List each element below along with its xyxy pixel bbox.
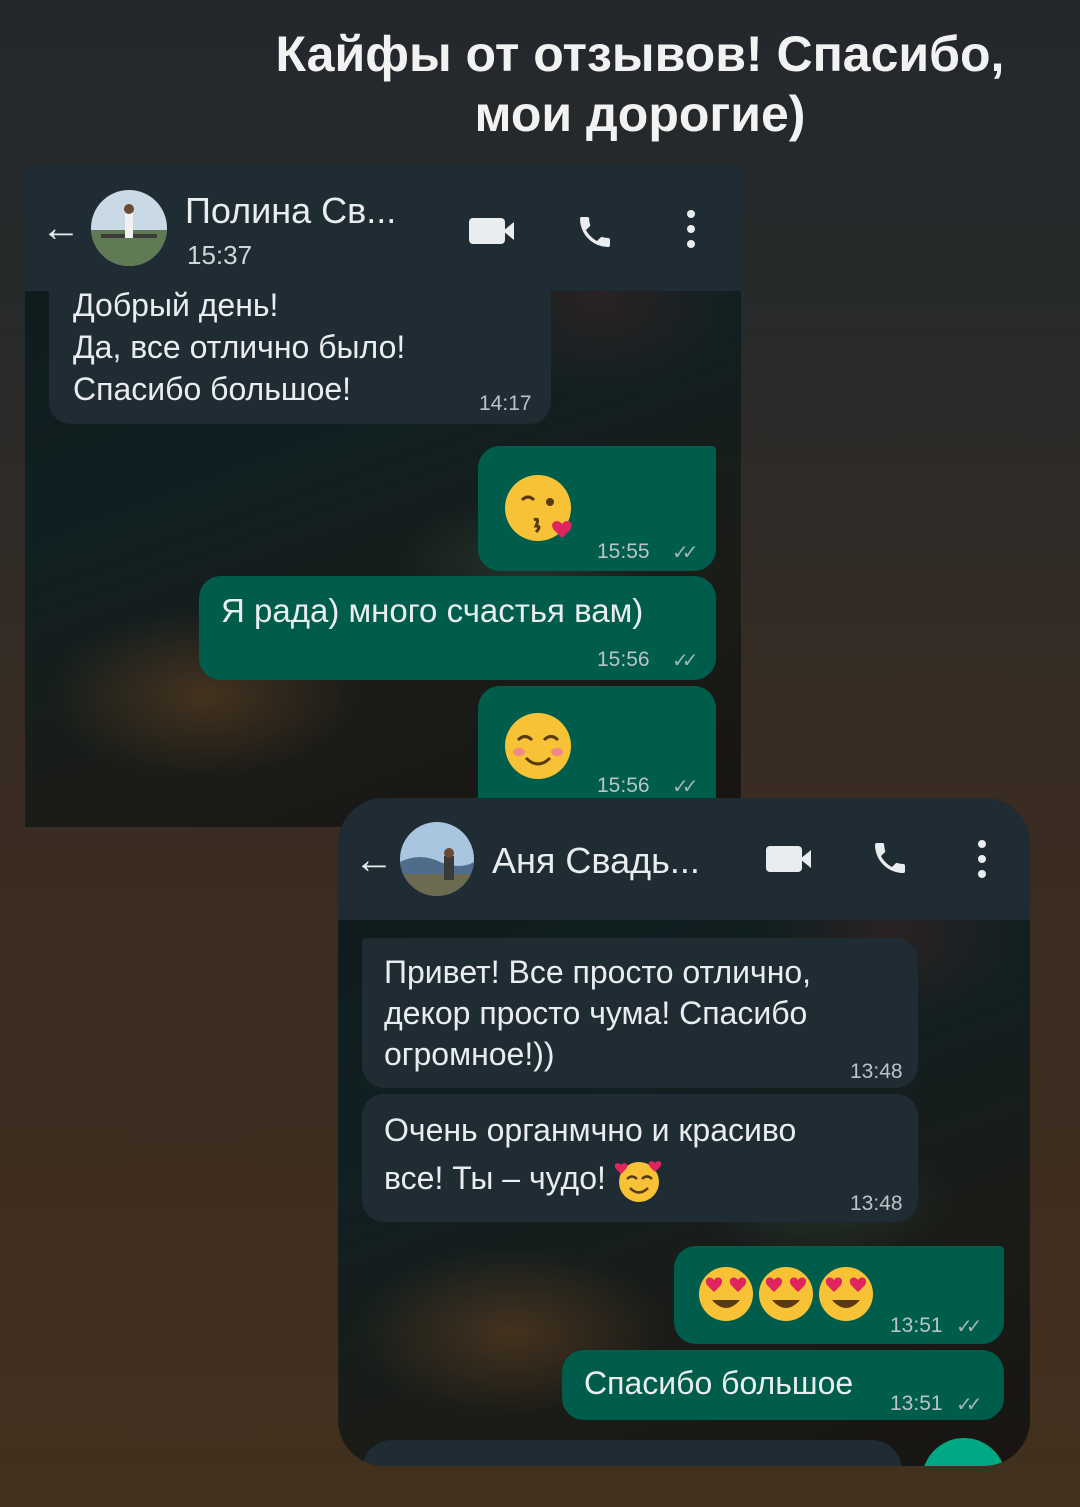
read-receipt-icon: ✓✓ [672, 650, 698, 672]
read-receipt-icon: ✓✓ [956, 1394, 982, 1416]
phone-call-icon[interactable] [870, 838, 910, 878]
headline: Кайфы от отзывов! Спасибо, мои дорогие) [230, 24, 1050, 144]
message-line: Спасибо большое! [73, 371, 352, 407]
read-receipt-icon: ✓✓ [672, 542, 698, 564]
message-text: Я рада) много счастья вам) [221, 592, 644, 629]
more-options-icon[interactable] [978, 840, 988, 885]
smiling-face-with-hearts-icon [614, 1157, 663, 1205]
read-receipt-icon: ✓✓ [672, 776, 698, 798]
message-incoming[interactable]: Привет! Все просто отлично, декор просто… [362, 938, 918, 1088]
message-time: 13:51 [890, 1392, 943, 1415]
headline-line-2: мои дорогие) [474, 86, 806, 142]
smiling-face-icon [502, 710, 578, 786]
contact-name[interactable]: Аня Свадь... [492, 840, 700, 882]
avatar[interactable] [400, 822, 474, 896]
phone-call-icon[interactable] [575, 212, 615, 252]
back-arrow-icon[interactable]: ← [41, 208, 81, 248]
message-text: Добрый день! Да, все отлично было! Спаси… [73, 284, 405, 410]
heart-eyes-icon [816, 1264, 876, 1324]
message-time: 13:51 [890, 1314, 943, 1337]
chat-header: ← Аня Свадь... [338, 798, 1030, 920]
message-text: Спасибо большое [584, 1365, 854, 1401]
message-time: 13:48 [850, 1060, 903, 1083]
kissing-face-icon [502, 472, 578, 548]
chat-screenshot-2: ← Аня Свадь... Привет! Все просто отличн… [338, 798, 1030, 1466]
message-time: 15:56 [597, 648, 650, 671]
headline-line-1: Кайфы от отзывов! Спасибо, [275, 26, 1005, 82]
message-time: 15:56 [597, 774, 650, 797]
heart-eyes-icon [696, 1264, 756, 1324]
message-line: все! Ты – чудо! [384, 1160, 606, 1196]
back-arrow-icon[interactable]: ← [354, 840, 394, 880]
message-line: Очень органмчно и красиво [384, 1112, 797, 1148]
message-line: декор просто чума! Спасибо [384, 995, 808, 1031]
message-line: Да, все отлично было! [73, 329, 406, 365]
message-incoming[interactable]: Добрый день! Да, все отлично было! Спаси… [49, 266, 551, 424]
message-text: Привет! Все просто отлично, декор просто… [384, 952, 811, 1075]
read-receipt-icon: ✓✓ [956, 1316, 982, 1338]
message-outgoing[interactable]: 15:56 ✓✓ [478, 686, 716, 800]
message-text: Очень органмчно и красиво все! Ты – чудо… [384, 1106, 796, 1205]
message-line: огромное!)) [384, 1036, 555, 1072]
message-input-bar[interactable] [362, 1440, 902, 1466]
message-time: 15:55 [597, 540, 650, 563]
message-outgoing[interactable]: 13:51 ✓✓ [674, 1246, 1004, 1344]
video-call-icon[interactable] [469, 218, 515, 244]
message-incoming[interactable]: Очень органмчно и красиво все! Ты – чудо… [362, 1094, 918, 1222]
message-outgoing[interactable]: Спасибо большое 13:51 ✓✓ [562, 1350, 1004, 1420]
video-call-icon[interactable] [766, 846, 812, 872]
message-time: 14:17 [479, 392, 532, 415]
message-line: Добрый день! [73, 287, 279, 323]
message-outgoing[interactable]: 15:55 ✓✓ [478, 446, 716, 571]
contact-name[interactable]: Полина Св... [185, 190, 396, 232]
message-outgoing[interactable]: Я рада) много счастья вам) 15:56 ✓✓ [199, 576, 716, 680]
heart-eyes-icon [756, 1264, 816, 1324]
message-line: Привет! Все просто отлично, [384, 954, 812, 990]
message-time: 13:48 [850, 1192, 903, 1215]
avatar[interactable] [91, 190, 167, 266]
more-options-icon[interactable] [687, 210, 697, 255]
chat-screenshot-1: ← Полина Св... 15:37 Добрый день! Да, вс… [25, 166, 741, 827]
